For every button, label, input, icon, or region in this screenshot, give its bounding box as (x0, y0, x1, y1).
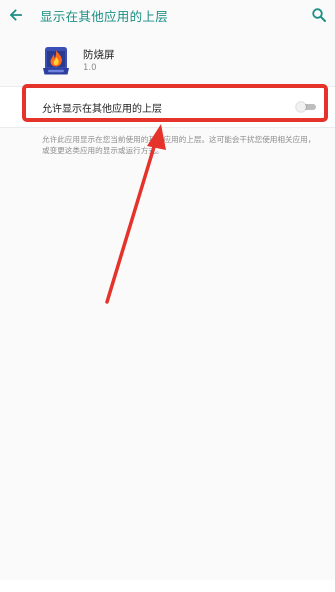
permission-description: 允许此应用显示在您当前使用的其他应用的上层。这可能会干扰您使用相关应用，或变更这… (42, 135, 316, 155)
app-bar: 显示在其他应用的上层 (0, 0, 335, 33)
highlight-annotation (22, 84, 328, 122)
app-name: 防烧屏 (83, 49, 115, 61)
app-info-header: 防烧屏 1.0 (0, 33, 335, 86)
app-flame-icon (42, 46, 70, 76)
search-icon[interactable] (311, 7, 327, 23)
app-version: 1.0 (83, 63, 97, 73)
page-title: 显示在其他应用的上层 (40, 9, 169, 24)
arrow-left-icon[interactable] (8, 7, 24, 23)
